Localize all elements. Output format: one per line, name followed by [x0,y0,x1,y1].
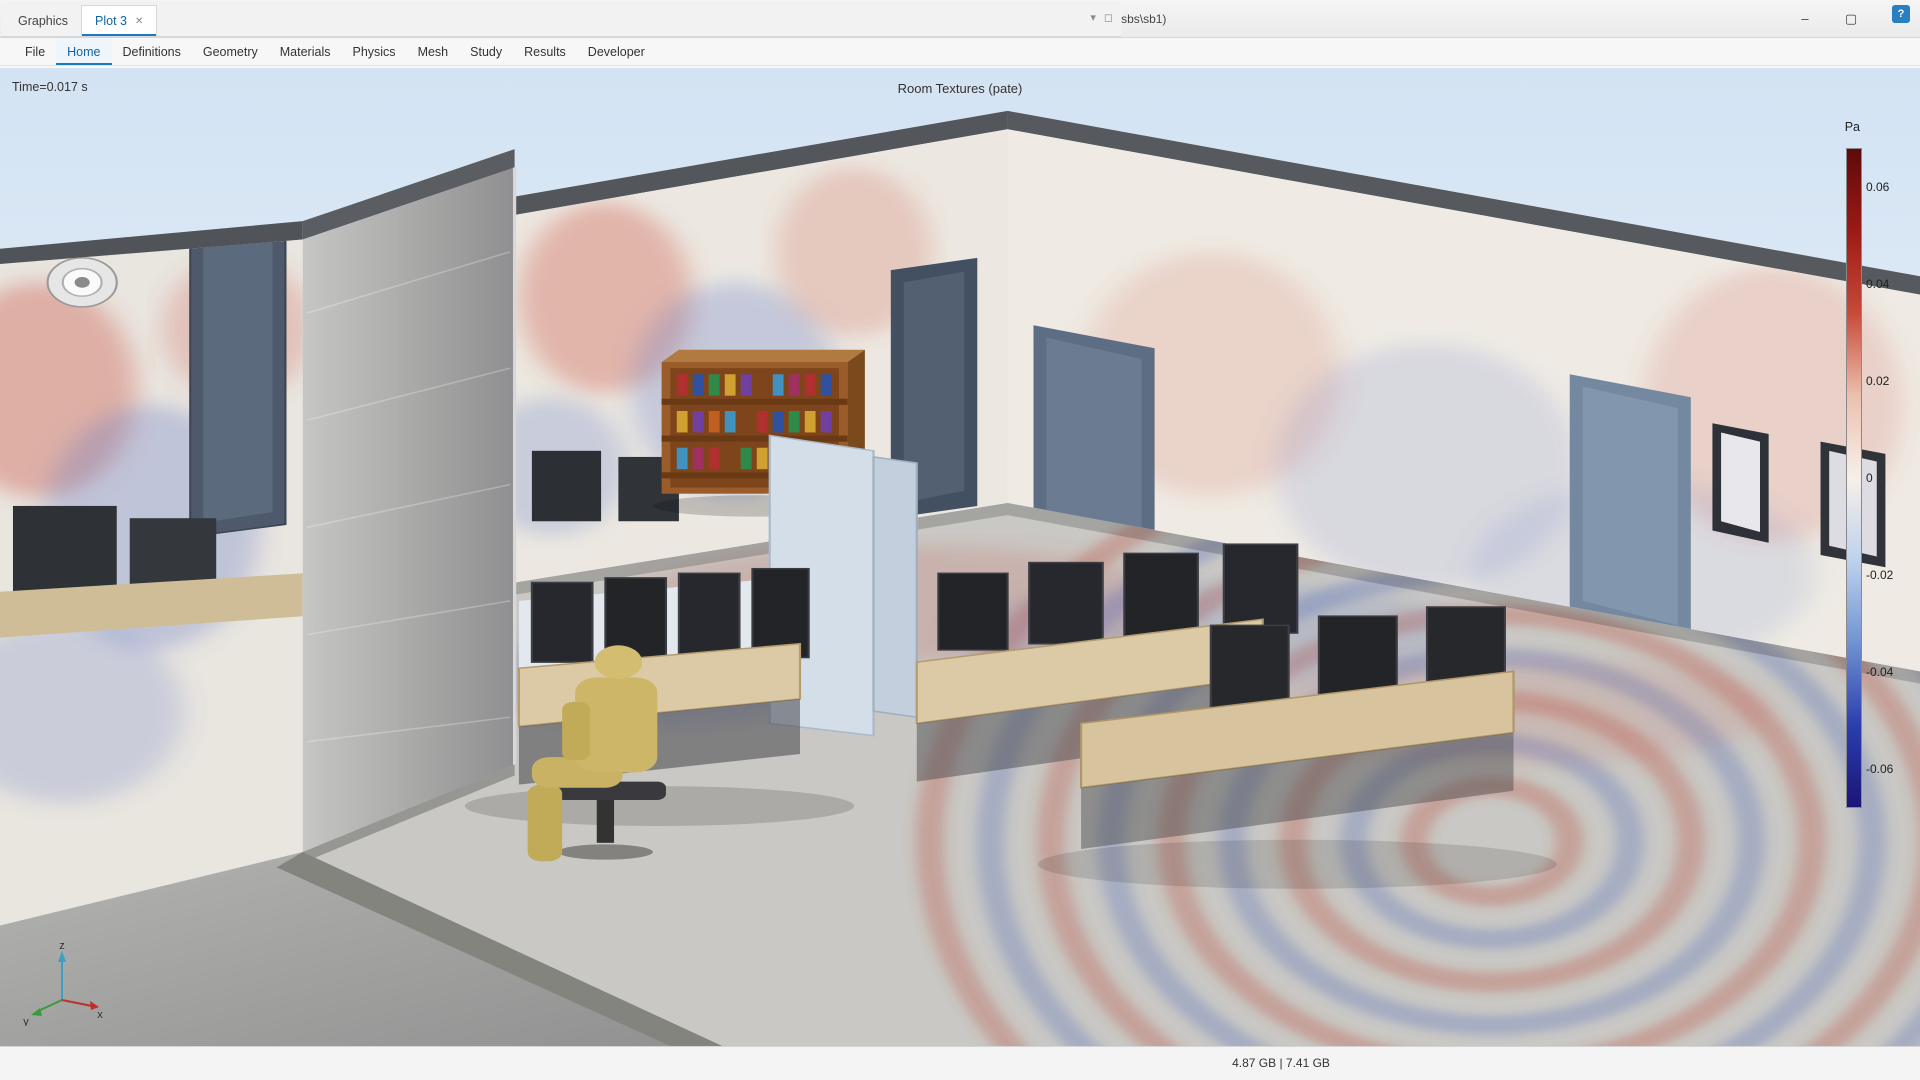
menu-item-developer[interactable]: Developer [577,38,656,65]
menu-item-study[interactable]: Study [459,38,513,65]
panel-float-icon[interactable]: ◻ [1104,11,1113,24]
tab-label: Plot 3 [95,14,127,28]
colorbar-unit-label: Pa [1844,120,1860,134]
help-button[interactable]: ? [1892,5,1910,23]
menu-item-materials[interactable]: Materials [269,38,342,65]
colorbar-tick-label: -0.02 [1866,568,1894,583]
colorbar-tick-label: 0.04 [1866,276,1890,291]
axis-triad: z x y [23,942,103,1026]
colorbar-tick-label: -0.04 [1866,665,1894,680]
menu-item-definitions[interactable]: Definitions [112,38,192,65]
tab-graphics[interactable]: Graphics [5,5,81,36]
colorbar [1846,148,1862,808]
colorbar-tick-label: 0 [1866,471,1873,485]
menu-item-physics[interactable]: Physics [341,38,406,65]
room-acoustics-scene [0,68,1920,1048]
menu-item-geometry[interactable]: Geometry [192,38,269,65]
colorbar-tick-label: 0.02 [1866,373,1890,388]
x-axis-label: x [97,1009,103,1021]
close-icon[interactable]: ✕ [135,16,143,27]
menu-item-mesh[interactable]: Mesh [407,38,460,65]
y-axis-label: y [23,1016,29,1026]
menu-item-home[interactable]: Home [56,38,112,65]
plot3-title: Room Textures (pate) [897,81,1023,96]
graphics-tabbar: Graphics Plot 3 ✕ ▾ ◻ [1,1,1121,37]
tab-label: Graphics [18,13,69,28]
colorbar-tick-label: -0.06 [1866,762,1894,777]
colorbar-tick-label: 0.06 [1866,179,1890,194]
tab-plot-3[interactable]: Plot 3 ✕ [81,5,158,36]
menubar: File Home Definitions Geometry Materials Phys… [0,38,1920,66]
menu-item-file[interactable]: File [14,38,56,65]
statusbar: 4.87 GB | 7.41 GB [0,1046,1920,1080]
maximize-button[interactable]: ▢ [1828,0,1874,37]
graphics-canvas[interactable]: Time=0.017 s Room Textures (pate) Pa z x… [0,68,1920,1048]
memory-usage: 4.87 GB | 7.41 GB [1232,1056,1330,1070]
z-axis-label: z [59,942,65,952]
graphics-tabbar-icons: ▾ ◻ [1090,11,1113,24]
menu-item-results[interactable]: Results [513,38,577,65]
graphics-panel: GraphicsPlot 3✕▾◻ ⊕⊖◰▾▭⌂xyyzzx↻▾♪▤▥◫⊠◐▾↺… [0,0,1920,1080]
minimize-button[interactable]: – [1782,0,1828,37]
panel-menu-icon[interactable]: ▾ [1090,11,1096,24]
